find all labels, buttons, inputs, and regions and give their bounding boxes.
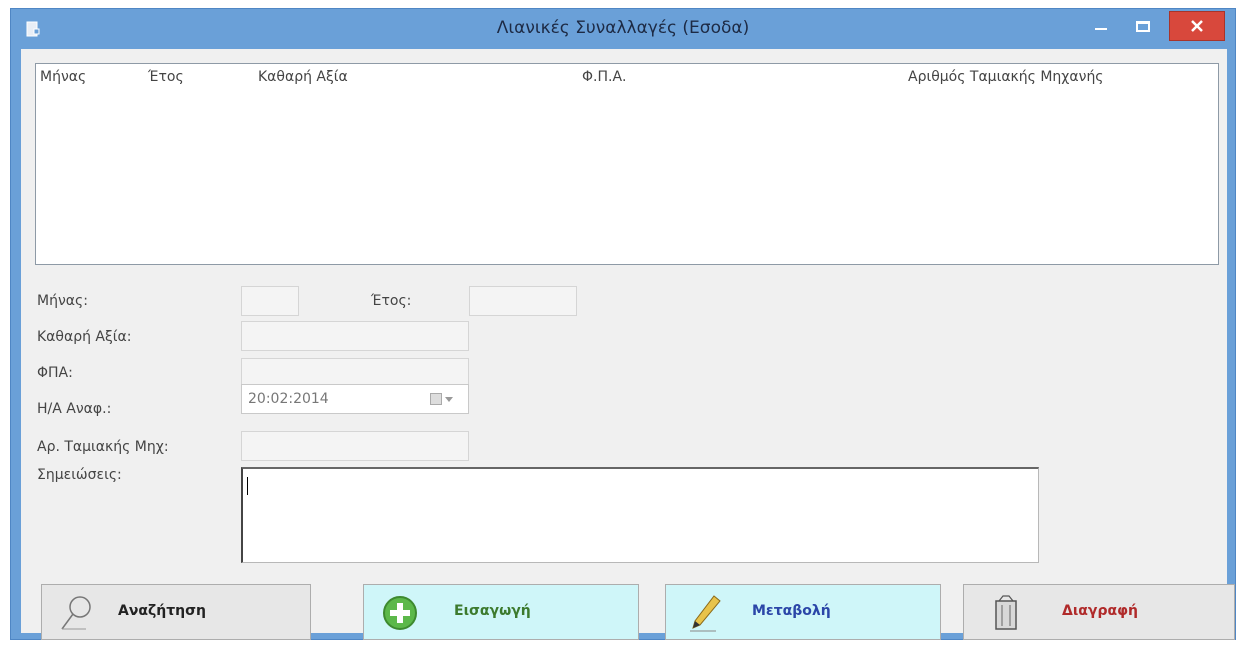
delete-button-label: Διαγραφή bbox=[1062, 603, 1139, 619]
edit-button[interactable]: Μεταβολή bbox=[665, 584, 941, 640]
year-field[interactable] bbox=[469, 286, 577, 316]
plus-circle-icon bbox=[383, 596, 417, 630]
magnifier-icon bbox=[61, 596, 91, 630]
column-header-year[interactable]: Έτος bbox=[148, 69, 184, 85]
edit-button-label: Μεταβολή bbox=[752, 603, 831, 619]
insert-button-label: Εισαγωγή bbox=[454, 603, 531, 619]
column-header-register-number[interactable]: Αριθμός Ταμιακής Μηχανής bbox=[908, 69, 1104, 85]
maximize-icon bbox=[1136, 20, 1150, 32]
date-value: 20:02:2014 bbox=[248, 391, 329, 407]
search-button[interactable]: Αναζήτηση bbox=[41, 584, 311, 640]
date-label: Η/Α Αναφ.: bbox=[37, 401, 112, 417]
column-header-vat[interactable]: Φ.Π.Α. bbox=[582, 69, 626, 85]
column-header-month[interactable]: Μήνας bbox=[40, 69, 86, 85]
chevron-down-icon bbox=[445, 396, 453, 402]
close-icon bbox=[1191, 20, 1203, 32]
title-bar[interactable]: Λιανικές Συναλλαγές (Εσοδα) bbox=[11, 9, 1235, 49]
notes-textarea[interactable] bbox=[241, 467, 1039, 563]
calendar-dropdown-button[interactable] bbox=[430, 391, 458, 407]
list-header: Μήνας Έτος Καθαρή Αξία Φ.Π.Α. Αριθμός Τα… bbox=[36, 64, 1218, 90]
trash-icon bbox=[995, 595, 1017, 630]
search-button-label: Αναζήτηση bbox=[118, 603, 206, 619]
list-body[interactable] bbox=[36, 90, 1218, 264]
delete-button[interactable]: Διαγραφή bbox=[963, 584, 1235, 640]
month-field[interactable] bbox=[241, 286, 299, 316]
insert-button[interactable]: Εισαγωγή bbox=[363, 584, 639, 640]
month-label: Μήνας: bbox=[37, 293, 88, 309]
year-label: Έτος: bbox=[371, 293, 412, 309]
transactions-list[interactable]: Μήνας Έτος Καθαρή Αξία Φ.Π.Α. Αριθμός Τα… bbox=[35, 63, 1219, 265]
register-field[interactable] bbox=[241, 431, 469, 461]
register-label: Αρ. Ταμιακής Μηχ: bbox=[37, 439, 169, 455]
pencil-icon bbox=[690, 595, 721, 632]
date-picker[interactable]: 20:02:2014 bbox=[241, 384, 469, 414]
close-button[interactable] bbox=[1169, 11, 1225, 41]
window-title: Λιανικές Συναλλαγές (Εσοδα) bbox=[496, 18, 750, 38]
minimize-icon bbox=[1095, 28, 1107, 30]
net-value-label: Καθαρή Αξία: bbox=[37, 329, 132, 345]
minimize-button[interactable] bbox=[1081, 11, 1121, 41]
calendar-icon bbox=[430, 393, 442, 405]
client-area: Μήνας Έτος Καθαρή Αξία Φ.Π.Α. Αριθμός Τα… bbox=[21, 49, 1235, 640]
text-caret bbox=[247, 477, 248, 495]
net-value-field[interactable] bbox=[241, 321, 469, 351]
maximize-button[interactable] bbox=[1123, 11, 1163, 41]
vat-label: ΦΠΑ: bbox=[37, 365, 73, 381]
notes-label: Σημειώσεις: bbox=[37, 467, 122, 483]
main-window: Λιανικές Συναλλαγές (Εσοδα) Μήνας Έτος Κ… bbox=[10, 8, 1236, 640]
column-header-net-value[interactable]: Καθαρή Αξία bbox=[258, 69, 348, 85]
